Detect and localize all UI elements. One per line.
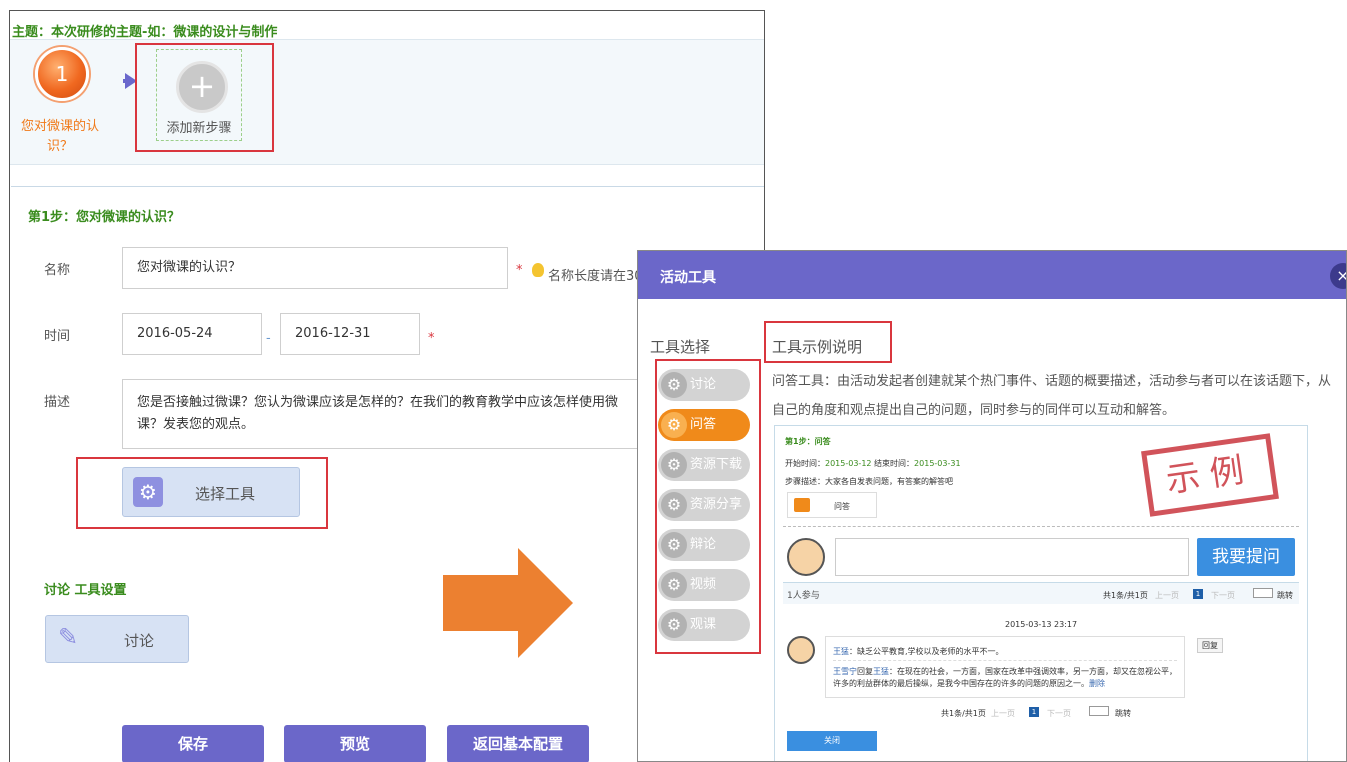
example-stamp: 示例 [1141, 433, 1279, 517]
preview-divider [783, 526, 1299, 527]
tool-item-discuss[interactable]: ⚙ 讨论 [658, 369, 750, 401]
back-config-button[interactable]: 返回基本配置 [447, 725, 589, 762]
page-jump-button[interactable]: 跳转 [1277, 590, 1293, 601]
discuss-tool-icon: ✎ [58, 623, 79, 651]
step-strip [10, 39, 764, 165]
dialog-title: 活动工具 [660, 270, 716, 286]
big-arrow-icon [518, 548, 573, 658]
ask-question-button[interactable]: 我要提问 [1197, 538, 1295, 576]
step-section-title: 第1步：您对微课的认识？ [28, 210, 181, 225]
pager-text-bottom: 共1条/共1页 [941, 709, 986, 718]
comment-line: 王猛：缺乏公平教育,学校以及老师的水平不一。 [833, 647, 1004, 656]
tool-item-debate[interactable]: ⚙ 辩论 [658, 529, 750, 561]
name-input[interactable]: 您对微课的认识？ [122, 247, 508, 289]
highlight-add-step [135, 43, 274, 152]
save-button[interactable]: 保存 [122, 725, 264, 762]
preview-tool-chip-label: 问答 [834, 502, 850, 511]
preview-time-line: 开始时间：2015-03-12 结束时间：2015-03-31 [785, 459, 961, 468]
name-label: 名称 [44, 263, 71, 278]
tool-item-video[interactable]: ⚙ 视频 [658, 569, 750, 601]
preview-tool-chip: 问答 [787, 492, 877, 518]
tool-select-title: 工具选择 [650, 338, 711, 356]
end-date-input[interactable]: 2016-12-31 [280, 313, 420, 355]
gear-icon: ⚙ [661, 372, 687, 398]
dialog-header [638, 251, 1346, 299]
tool-description: 问答工具：由活动发起者创建就某个热门事件、话题的概要描述，活动参与者可以在该话题… [772, 374, 1332, 418]
time-label: 时间 [44, 329, 71, 344]
tool-item-resource-share[interactable]: ⚙ 资源分享 [658, 489, 750, 521]
gear-icon: ⚙ [661, 412, 687, 438]
required-mark-time: * [428, 331, 435, 346]
highlight-choose-tool [76, 457, 328, 529]
page-jump-input-bottom[interactable] [1089, 706, 1109, 716]
big-arrow-shaft [443, 575, 523, 631]
date-separator: - [266, 331, 271, 346]
gear-icon: ⚙ [661, 612, 687, 638]
preview-desc-line: 步骤描述：大家各自发表问题，有答案的解答吧 [785, 477, 953, 486]
desc-textarea[interactable]: 您是否接触过微课？您认为微课应该是怎样的？在我们的教育教学中应该怎样使用微课？发… [122, 379, 642, 449]
commenter-avatar [787, 636, 815, 664]
reply-button[interactable]: 回复 [1197, 638, 1223, 653]
page-jump-button-bottom[interactable]: 跳转 [1115, 708, 1131, 719]
prev-page-link[interactable]: 上一页 [1155, 590, 1179, 601]
discuss-tool-label: 讨论 [124, 632, 155, 650]
example-preview: 第1步：问答 开始时间：2015-03-12 结束时间：2015-03-31 步… [774, 425, 1308, 761]
preview-button[interactable]: 预览 [284, 725, 426, 762]
preview-step-title: 第1步：问答 [785, 437, 831, 446]
example-title: 工具示例说明 [772, 338, 863, 356]
gear-icon: ⚙ [661, 492, 687, 518]
tool-item-qa[interactable]: ⚙ 问答 [658, 409, 750, 441]
desc-label: 描述 [44, 395, 71, 410]
page-1-button[interactable]: 1 [1193, 589, 1203, 599]
gear-icon: ⚙ [661, 532, 687, 558]
preview-close-button[interactable]: 关闭 [787, 731, 877, 751]
participants-count: 1人参与 [787, 591, 820, 601]
reply-divider [833, 660, 1177, 661]
tool-item-observe[interactable]: ⚙ 观课 [658, 609, 750, 641]
topic-title: 主题：本次研修的主题-如：微课的设计与制作 [12, 25, 278, 40]
next-page-link-bottom[interactable]: 下一页 [1047, 708, 1071, 719]
step-1-label[interactable]: 您对微课的认识？ [20, 117, 100, 157]
qa-icon [794, 498, 810, 512]
user-avatar [787, 538, 825, 576]
start-date-input[interactable]: 2016-05-24 [122, 313, 262, 355]
post-timestamp: 2015-03-13 23:17 [1005, 620, 1078, 629]
page-jump-input[interactable] [1253, 588, 1273, 598]
gear-icon: ⚙ [661, 452, 687, 478]
activity-tool-dialog: 活动工具 × 工具选择 ⚙讨论 ⚙问答 ⚙资源下载 ⚙资源分享 ⚙辩论 ⚙视频 … [637, 250, 1347, 762]
prev-page-link-bottom[interactable]: 上一页 [991, 708, 1015, 719]
next-page-link[interactable]: 下一页 [1211, 590, 1235, 601]
page-1-button-bottom[interactable]: 1 [1029, 707, 1039, 717]
required-mark: * [516, 263, 523, 278]
name-hint: 名称长度请在30 [548, 269, 643, 284]
step-1-circle[interactable]: 1 [35, 47, 89, 101]
pager-text: 共1条/共1页 [1103, 591, 1148, 600]
tool-item-resource-download[interactable]: ⚙ 资源下载 [658, 449, 750, 481]
question-input[interactable] [835, 538, 1189, 576]
lightbulb-icon [532, 263, 544, 277]
reply-line: 王雪宁回复王猛：在现在的社会，一方面，国家在改革中强调效率，另一方面，却又在忽视… [833, 667, 1177, 688]
gear-icon: ⚙ [661, 572, 687, 598]
tool-settings-label: 讨论 工具设置 [44, 583, 127, 598]
